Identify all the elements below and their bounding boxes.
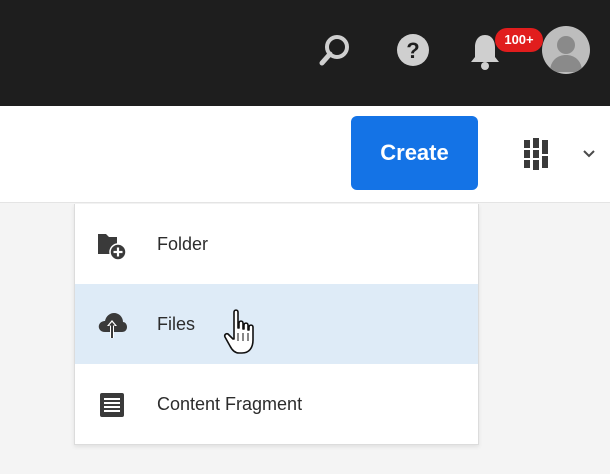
folder-add-icon: [98, 234, 127, 260]
search-icon[interactable]: [319, 33, 351, 67]
notification-badge: 100+: [495, 28, 543, 52]
upload-cloud-icon: [98, 313, 127, 338]
create-button[interactable]: Create: [351, 116, 478, 190]
global-header: ? 100+: [0, 0, 610, 106]
help-icon[interactable]: ?: [396, 33, 430, 67]
view-grid-icon: [524, 138, 595, 170]
action-bar: Create: [0, 106, 610, 203]
hand-pointer-icon: [223, 309, 254, 354]
menu-item-label: Content Fragment: [157, 394, 303, 414]
menu-item-content-fragment[interactable]: Content Fragment: [75, 364, 478, 444]
view-switcher[interactable]: [518, 136, 598, 172]
content-fragment-icon: [100, 393, 124, 417]
menu-item-folder[interactable]: Folder: [75, 204, 478, 284]
create-menu: Folder Files Content Fragment: [74, 204, 479, 445]
avatar[interactable]: [542, 26, 590, 74]
menu-item-label: Folder: [157, 234, 209, 254]
menu-item-files[interactable]: Files: [75, 284, 478, 364]
user-icon: [550, 36, 582, 72]
menu-item-label: Files: [157, 314, 196, 334]
svg-text:?: ?: [406, 38, 419, 63]
